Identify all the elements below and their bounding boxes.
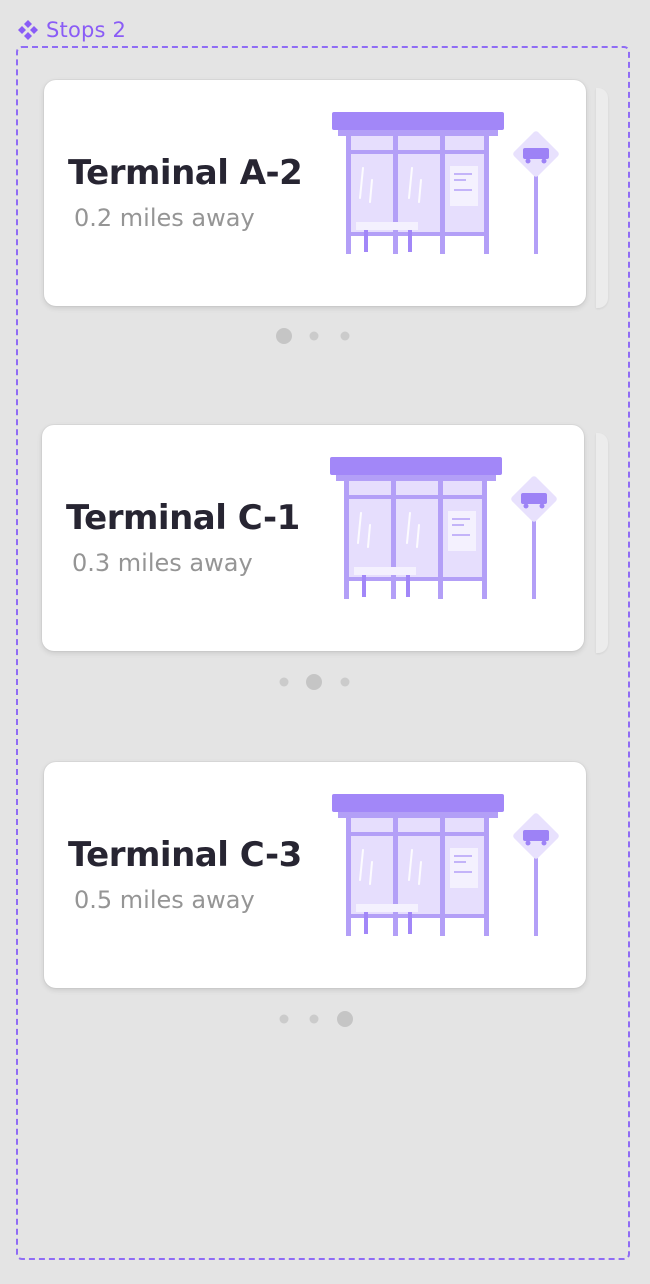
stop-card[interactable]: Terminal C-1 0.3 miles away bbox=[42, 425, 584, 651]
bus-stop-illustration bbox=[330, 110, 564, 262]
stop-name: Terminal C-1 bbox=[66, 498, 300, 538]
bus-stop-illustration bbox=[328, 455, 562, 607]
bus-shelter-svg bbox=[332, 794, 559, 936]
pagination-dot[interactable] bbox=[340, 677, 350, 687]
carousel-pagination bbox=[268, 327, 364, 345]
bus-stop-illustration bbox=[330, 792, 564, 944]
stop-card[interactable]: Terminal A-2 0.2 miles away bbox=[44, 80, 586, 306]
pagination-dot[interactable] bbox=[279, 677, 289, 687]
pagination-dot-active[interactable] bbox=[306, 674, 322, 690]
next-card-peek bbox=[596, 433, 608, 653]
stop-name: Terminal C-3 bbox=[68, 835, 302, 875]
stop-distance: 0.2 miles away bbox=[74, 204, 255, 232]
pagination-dot-active[interactable] bbox=[337, 1011, 353, 1027]
stop-card[interactable]: Terminal C-3 0.5 miles away bbox=[44, 762, 586, 988]
next-card-peek bbox=[596, 88, 608, 308]
carousel-pagination bbox=[268, 1010, 364, 1028]
carousel-pagination bbox=[268, 673, 364, 691]
stop-distance: 0.3 miles away bbox=[72, 549, 253, 577]
pagination-dot[interactable] bbox=[340, 331, 350, 341]
stop-distance: 0.5 miles away bbox=[74, 886, 255, 914]
pagination-dot[interactable] bbox=[309, 331, 319, 341]
component-name: Stops 2 bbox=[46, 18, 127, 42]
pagination-dot[interactable] bbox=[309, 1014, 319, 1024]
component-label[interactable]: Stops 2 bbox=[16, 16, 126, 44]
pagination-dot[interactable] bbox=[279, 1014, 289, 1024]
component-icon bbox=[18, 20, 38, 40]
bus-shelter-svg bbox=[332, 112, 559, 254]
stop-name: Terminal A-2 bbox=[68, 153, 303, 193]
pagination-dot-active[interactable] bbox=[276, 328, 292, 344]
bus-shelter-svg bbox=[330, 457, 557, 599]
